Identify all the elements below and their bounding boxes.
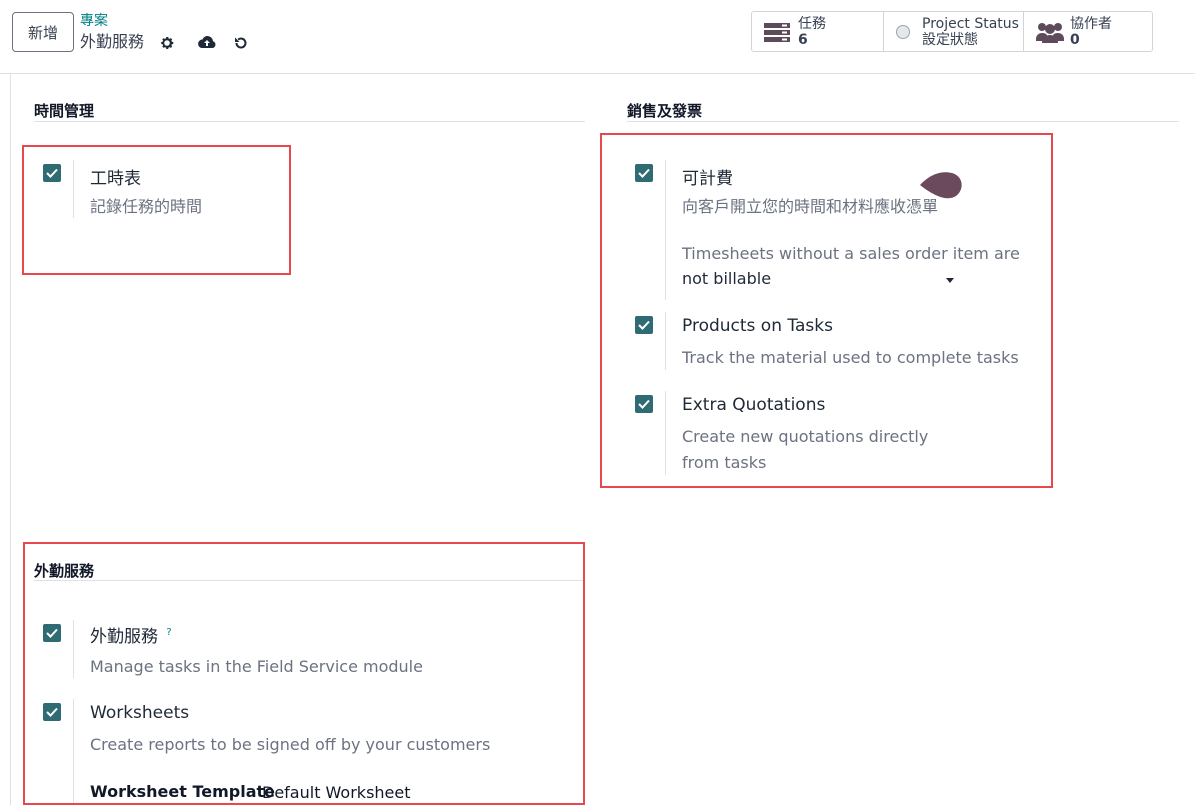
smart-buttons: 任務 6 Project Status 設定狀態 協作者 0 xyxy=(751,11,1153,52)
status-circle-icon xyxy=(896,24,910,39)
users-icon xyxy=(1036,21,1064,43)
tasks-stat-button[interactable]: 任務 6 xyxy=(752,12,883,51)
gear-icon[interactable] xyxy=(157,33,177,53)
tasks-icon xyxy=(764,22,790,42)
sheet-left-border xyxy=(10,74,11,805)
discard-icon[interactable] xyxy=(231,33,251,53)
annotation-drop-marker xyxy=(918,170,964,202)
section-divider xyxy=(34,121,585,122)
collaborators-count: 0 xyxy=(1070,31,1080,48)
section-title-sales: 銷售及發票 xyxy=(627,102,703,120)
cloud-upload-icon[interactable] xyxy=(196,33,218,53)
highlight-box-sales xyxy=(600,133,1053,488)
breadcrumb-projects[interactable]: 專案 xyxy=(80,13,108,29)
tasks-label: 任務 xyxy=(798,15,826,32)
collaborators-button[interactable]: 協作者 0 xyxy=(1023,12,1152,51)
control-panel: 新增 專案 外勤服務 任務 6 Project Status 設定狀態 協作者 … xyxy=(0,0,1195,74)
new-button[interactable]: 新增 xyxy=(12,12,74,52)
project-status-value: 設定狀態 xyxy=(922,31,978,48)
project-status-button[interactable]: Project Status 設定狀態 xyxy=(883,12,1023,51)
highlight-box-field-service xyxy=(23,542,585,805)
project-status-label: Project Status xyxy=(922,15,1019,32)
tasks-count: 6 xyxy=(798,31,808,48)
collaborators-label: 協作者 xyxy=(1070,15,1112,32)
record-title: 外勤服務 xyxy=(80,32,145,51)
section-divider xyxy=(627,121,1179,122)
section-title-time: 時間管理 xyxy=(34,102,95,120)
highlight-box-timesheets xyxy=(22,145,291,275)
project-settings-page: 新增 專案 外勤服務 任務 6 Project Status 設定狀態 協作者 … xyxy=(0,0,1195,805)
